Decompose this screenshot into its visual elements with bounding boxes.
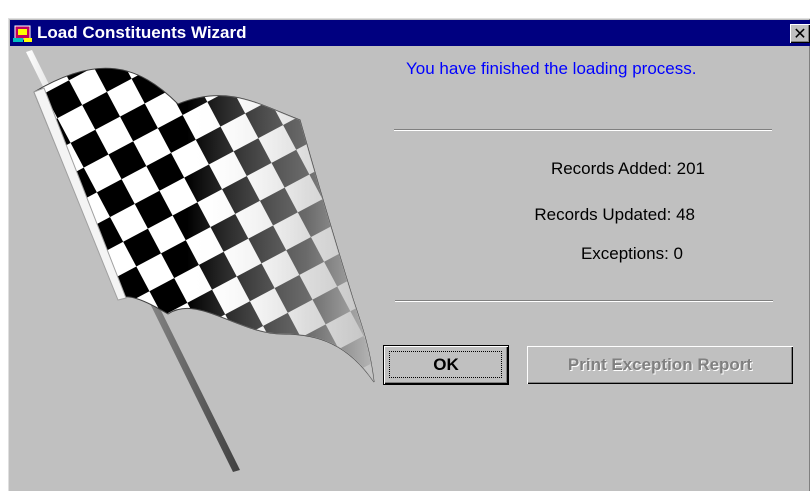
exceptions-stat: Exceptions: 0 [580,244,683,263]
focus-rectangle [389,351,502,378]
divider-top [394,129,772,131]
checkered-flag-icon [26,50,375,472]
divider-bottom [395,300,773,302]
print-exception-report-label: Print Exception Report [567,355,753,374]
title-bar[interactable]: Load Constituents Wizard ✕ [10,20,810,46]
records-updated-stat: Records Updated: 48 [534,205,695,224]
close-button[interactable]: ✕ [790,24,810,43]
close-icon: ✕ [793,23,807,43]
print-exception-report-button[interactable]: Print Exception Report [527,346,793,384]
completion-message: You have finished the loading process. [406,59,697,78]
ok-button[interactable]: OK [383,345,509,385]
wizard-app-icon[interactable] [13,23,33,43]
records-added-stat: Records Added: 201 [550,159,705,178]
window-title: Load Constituents Wizard [37,23,247,42]
